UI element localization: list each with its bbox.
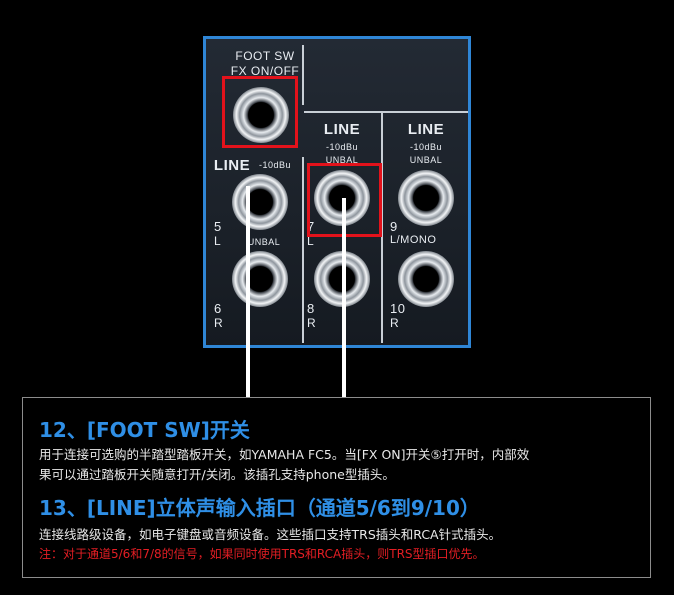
divider-top-horizontal — [304, 111, 468, 113]
foot-sw-highlight — [222, 76, 298, 148]
ch9-number: 9 — [390, 219, 398, 234]
line-mid-label: LINE — [323, 121, 361, 138]
ch9-side: L/MONO — [390, 234, 437, 246]
section12-title: 12、[FOOT SW]开关 — [39, 418, 250, 442]
ch8-side: R — [307, 316, 317, 330]
ch5-side: L — [214, 234, 222, 248]
divider-left-vertical — [302, 45, 304, 105]
line-left-label: LINE — [213, 157, 251, 174]
divider-left-line-vertical — [302, 157, 304, 343]
ch6-side: R — [214, 316, 224, 330]
level-mid-label: -10dBu — [325, 142, 359, 152]
pointer-line-line-input — [342, 198, 346, 397]
ch10-side: R — [390, 316, 400, 330]
channel-5-jack — [232, 174, 288, 230]
pointer-line-foot-sw — [246, 186, 250, 397]
ch5-number: 5 — [214, 219, 222, 234]
description-box: 12、[FOOT SW]开关 用于连接可选购的半踏型踏板开关，如YAMAHA F… — [22, 397, 651, 578]
ch6-number: 6 — [214, 301, 222, 316]
level-left-label: -10dBu — [258, 160, 292, 170]
channel-6-jack — [232, 251, 288, 307]
section13-line1: 连接线路级设备，如电子键盘或音频设备。这些插口支持TRS插头和RCA针式插头。 — [39, 527, 502, 542]
ch10-number: 10 — [390, 301, 406, 316]
channel-9-jack — [398, 170, 454, 226]
channel-10-jack — [398, 251, 454, 307]
line-right-label: LINE — [407, 121, 445, 138]
section12-line2: 果可以通过踏板开关随意打开/关闭。该插孔支持phone型插头。 — [39, 467, 395, 482]
section12-line1: 用于连接可选购的半踏型踏板开关，如YAMAHA FC5。当[FX ON]开关⑤打… — [39, 447, 530, 462]
unbal-right-label: UNBAL — [409, 155, 443, 165]
foot-sw-label: FOOT SW — [235, 49, 295, 63]
section13-note: 注：对于通道5/6和7/8的信号，如果同时使用TRS和RCA插头，则TRS型插口… — [39, 547, 485, 561]
level-right-label: -10dBu — [409, 142, 443, 152]
section13-title: 13、[LINE]立体声输入插口（通道5/6到9/10） — [39, 496, 480, 520]
ch8-number: 8 — [307, 301, 315, 316]
